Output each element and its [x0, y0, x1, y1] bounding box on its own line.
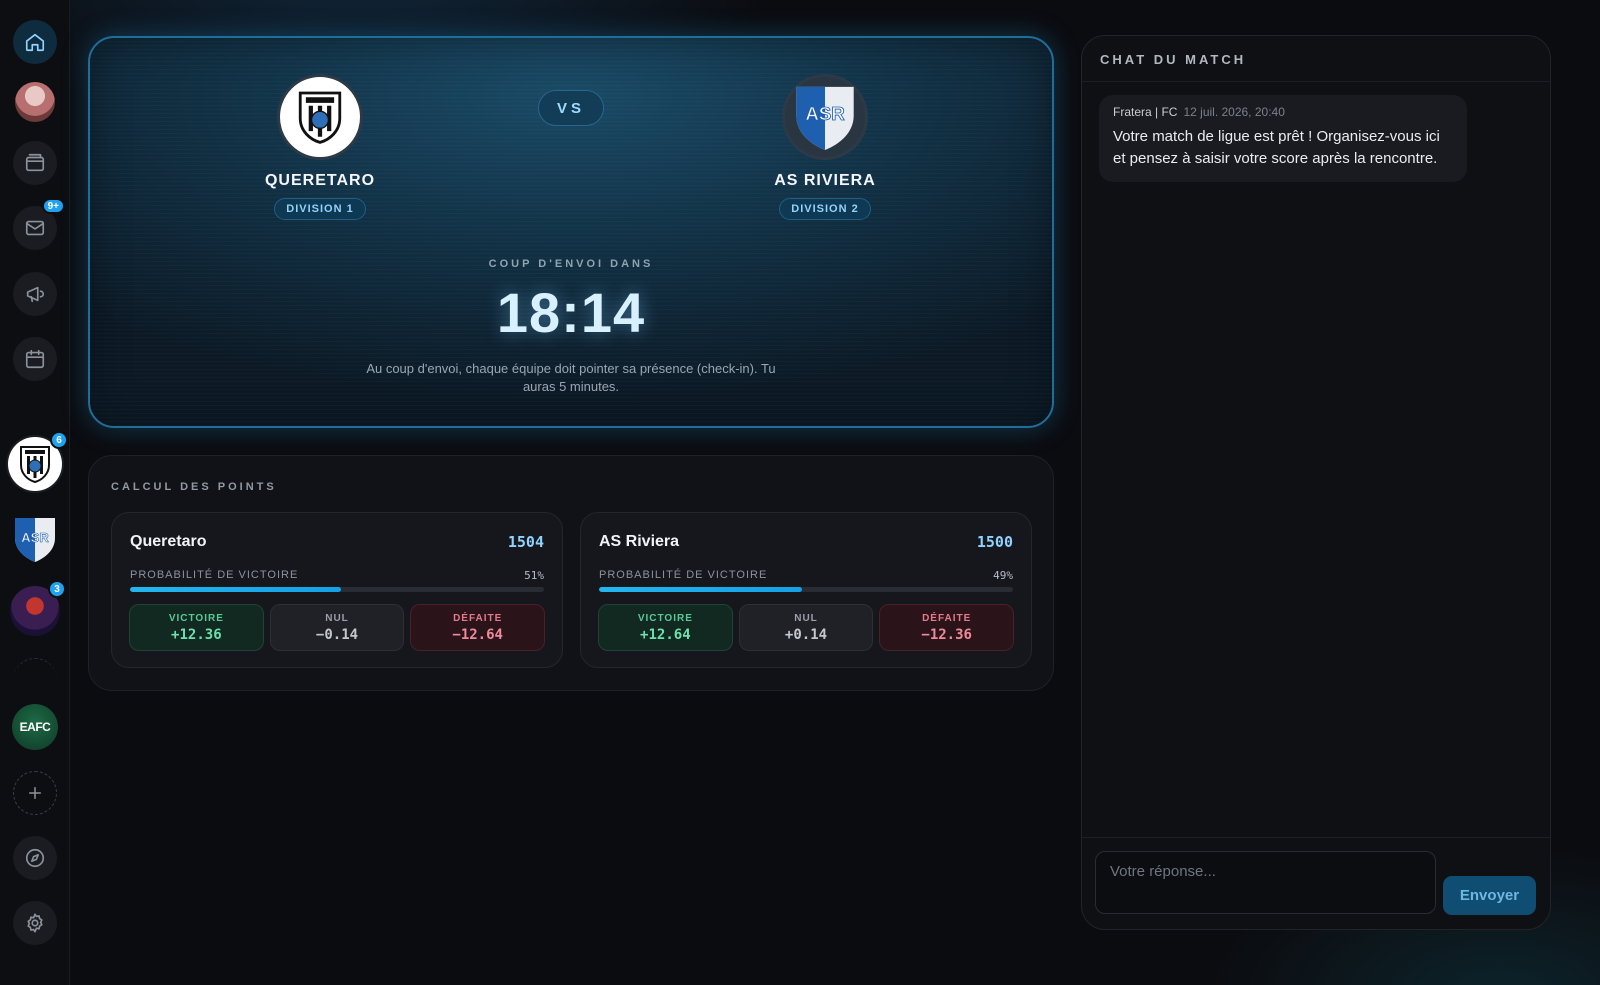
match-hero-card: QUERETARO DIVISION 1 VS ASR AS RIVIERA D…: [88, 36, 1054, 428]
team-rating: 1500: [976, 533, 1013, 551]
chat-composer: Envoyer: [1082, 837, 1550, 929]
vs-badge: VS: [538, 90, 604, 126]
win-probability-value: 51%: [524, 569, 544, 582]
club-game-community[interactable]: 3: [10, 580, 66, 636]
wallet-icon: [25, 153, 45, 172]
win-probability-bar: [599, 587, 1013, 592]
outcome-win-value: +12.36: [171, 627, 222, 643]
sidebar-item-announcements[interactable]: [13, 272, 57, 316]
as-riviera-crest-icon: ASR: [15, 518, 55, 562]
asr-logo-text: ASR: [21, 530, 49, 545]
outcome-draw[interactable]: NUL −0.14: [269, 604, 405, 651]
away-team-logo: ASR: [782, 74, 868, 160]
outcome-win-label: VICTOIRE: [637, 613, 693, 624]
message-meta: Fratera | FC 12 juil. 2026, 20:40: [1113, 105, 1453, 119]
chat-message: Fratera | FC 12 juil. 2026, 20:40 Votre m…: [1099, 95, 1467, 182]
send-button[interactable]: Envoyer: [1443, 876, 1536, 915]
sidebar-item-explore[interactable]: [13, 836, 57, 880]
sidebar-divider: [13, 658, 57, 680]
points-card-home: Queretaro 1504 PROBABILITÉ DE VICTOIRE 5…: [111, 512, 563, 668]
outcome-loss-label: DÉFAITE: [453, 613, 503, 624]
home-team-name: QUERETARO: [264, 172, 376, 189]
away-division-badge: DIVISION 2: [779, 198, 871, 220]
compass-icon: [25, 848, 45, 868]
outcome-loss[interactable]: DÉFAITE −12.64: [410, 604, 546, 651]
messages-badge: 9+: [41, 198, 65, 214]
eafc-logo-text: EAFC: [19, 720, 51, 734]
outcome-loss-value: −12.64: [452, 627, 503, 643]
team-name: Queretaro: [130, 533, 207, 550]
home-icon: [25, 33, 45, 52]
checkin-note: Au coup d'envoi, chaque équipe doit poin…: [366, 361, 776, 394]
add-server-button[interactable]: [13, 771, 57, 815]
points-section-title: CALCUL DES POINTS: [111, 481, 277, 493]
avatar[interactable]: [15, 82, 55, 122]
away-team-name: AS RIVIERA: [774, 172, 876, 189]
queretaro-crest-icon: [298, 91, 342, 144]
gear-icon: [27, 913, 43, 933]
win-probability-value: 49%: [993, 569, 1013, 582]
home-division-badge: DIVISION 1: [274, 198, 366, 220]
match-chat-panel: CHAT DU MATCH Fratera | FC 12 juil. 2026,…: [1081, 35, 1551, 930]
as-riviera-crest-icon: ASR: [796, 86, 854, 150]
outcome-win[interactable]: VICTOIRE +12.36: [129, 604, 264, 651]
away-team[interactable]: ASR AS RIVIERA DIVISION 2: [725, 74, 925, 220]
outcome-draw-label: NUL: [794, 613, 818, 624]
win-probability-fill: [599, 587, 802, 592]
asr-logo-text: ASR: [805, 103, 845, 124]
outcome-loss-label: DÉFAITE: [922, 613, 972, 624]
outcome-loss[interactable]: DÉFAITE −12.36: [879, 604, 1015, 651]
sidebar-item-wallet[interactable]: [13, 141, 57, 185]
outcome-loss-value: −12.36: [921, 627, 972, 643]
club-as-riviera[interactable]: ASR: [12, 514, 58, 564]
game-community-badge: 3: [48, 580, 66, 598]
club-notification-badge: 6: [50, 431, 68, 449]
queretaro-crest-icon: [20, 446, 50, 484]
sidebar-item-home[interactable]: [13, 20, 57, 64]
team-name: AS Riviera: [599, 533, 680, 550]
sidebar-item-calendar[interactable]: [13, 337, 57, 381]
outcome-win[interactable]: VICTOIRE +12.64: [598, 604, 733, 651]
home-team[interactable]: QUERETARO DIVISION 1: [220, 74, 420, 220]
message-text: Votre match de ligue est prêt ! Organise…: [1113, 128, 1440, 167]
win-probability-label: PROBABILITÉ DE VICTOIRE: [599, 569, 768, 581]
mail-icon: [25, 220, 45, 236]
win-probability-label: PROBABILITÉ DE VICTOIRE: [130, 569, 299, 581]
club-eafc[interactable]: EAFC: [12, 704, 58, 750]
kickoff-label: COUP D'ENVOI DANS: [488, 258, 654, 270]
outcome-draw-value: +0.14: [784, 627, 828, 643]
sidebar-item-messages[interactable]: 9+: [13, 198, 65, 250]
home-team-logo: [277, 74, 363, 160]
win-probability-bar: [130, 587, 544, 592]
club-queretaro[interactable]: 6: [8, 431, 68, 491]
calendar-icon: [25, 349, 45, 369]
outcome-draw[interactable]: NUL +0.14: [738, 604, 874, 651]
message-timestamp: 12 juil. 2026, 20:40: [1183, 105, 1285, 119]
sidebar-item-settings[interactable]: [13, 901, 57, 945]
sidebar: 9+ 6 ASR 3 EAFC: [0, 0, 70, 985]
outcome-draw-label: NUL: [325, 613, 349, 624]
outcome-options: VICTOIRE +12.64 NUL +0.14 DÉFAITE −12.36: [598, 604, 1015, 651]
outcome-win-label: VICTOIRE: [168, 613, 224, 624]
chat-header: CHAT DU MATCH: [1082, 36, 1550, 82]
points-calculation-card: CALCUL DES POINTS Queretaro 1504 PROBABI…: [88, 455, 1054, 691]
kickoff-countdown: 18:14: [496, 281, 646, 344]
chat-title: CHAT DU MATCH: [1100, 52, 1247, 67]
team-rating: 1504: [507, 533, 544, 551]
plus-icon: [29, 787, 41, 799]
message-author[interactable]: Fratera | FC: [1113, 105, 1177, 119]
outcome-draw-value: −0.14: [315, 627, 359, 643]
points-card-away: AS Riviera 1500 PROBABILITÉ DE VICTOIRE …: [580, 512, 1032, 668]
win-probability-fill: [130, 587, 342, 592]
chat-reply-input[interactable]: [1095, 851, 1436, 914]
outcome-win-value: +12.64: [640, 627, 691, 643]
megaphone-icon: [26, 286, 45, 303]
outcome-options: VICTOIRE +12.36 NUL −0.14 DÉFAITE −12.64: [129, 604, 546, 651]
